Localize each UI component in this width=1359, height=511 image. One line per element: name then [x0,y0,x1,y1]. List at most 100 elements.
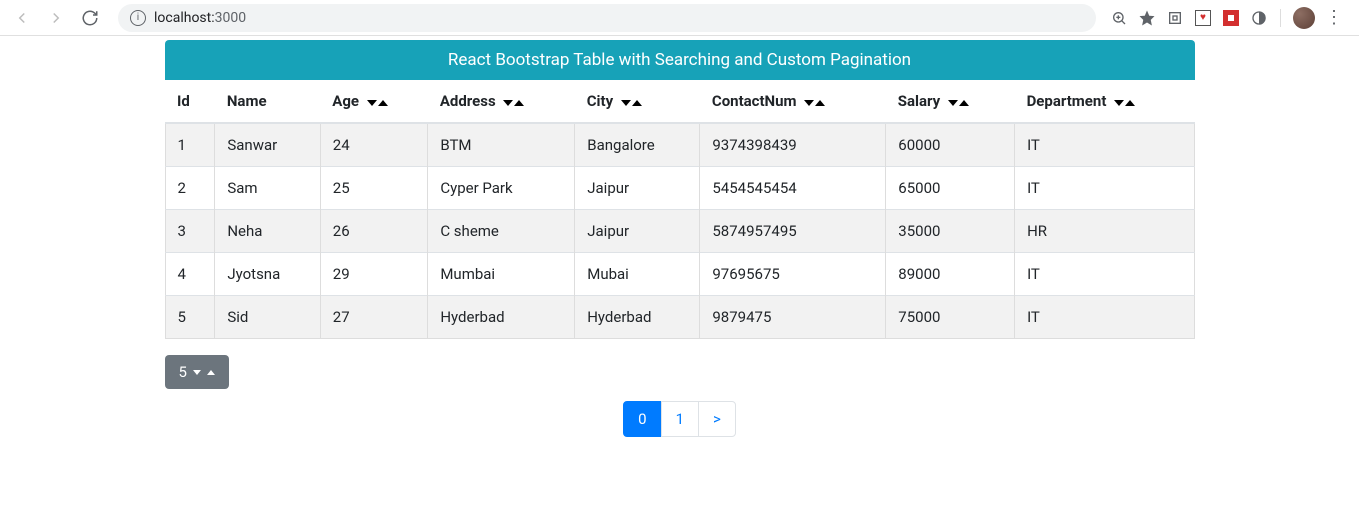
sort-desc-icon [621,100,631,106]
cell-address: C sheme [428,210,575,253]
table-row: 4Jyotsna29MumbaiMubai9769567589000IT [165,253,1194,296]
column-header-contactnum[interactable]: ContactNum [700,80,886,123]
sort-asc-icon [815,100,825,106]
cell-age: 24 [320,123,428,167]
sort-asc-icon [514,100,524,106]
cell-address: Mumbai [428,253,575,296]
column-header-age[interactable]: Age [320,80,428,123]
cell-city: Jaipur [575,210,700,253]
cell-city: Hyderbad [575,296,700,339]
cell-city: Jaipur [575,167,700,210]
column-label: Address [440,92,496,110]
column-label: Id [177,92,190,110]
sort-arrows[interactable] [367,100,388,106]
page-container: React Bootstrap Table with Searching and… [165,36,1195,437]
sort-desc-icon [503,100,513,106]
page-title: React Bootstrap Table with Searching and… [165,40,1195,80]
pagination: 01> [165,401,1195,437]
column-label: Salary [898,92,940,110]
sort-desc-icon [804,100,814,106]
cell-department: IT [1015,123,1194,167]
table-body: 1Sanwar24BTMBangalore937439843960000IT2S… [165,123,1194,339]
sort-arrows[interactable] [503,100,524,106]
page-button-0[interactable]: 0 [623,401,661,437]
extension-circle-icon[interactable] [1250,9,1268,27]
page-button-1[interactable]: 1 [661,401,699,437]
cell-contact: 9374398439 [700,123,886,167]
page-next-button[interactable]: > [698,401,736,437]
cell-salary: 75000 [886,296,1015,339]
table-row: 3Neha26C shemeJaipur587495749535000HR [165,210,1194,253]
data-table: Id Name Age Address City ContactNum Salary… [165,80,1195,339]
cell-id: 1 [165,123,215,167]
cell-age: 27 [320,296,428,339]
cell-address: BTM [428,123,575,167]
column-header-salary[interactable]: Salary [886,80,1015,123]
cell-name: Neha [215,210,320,253]
cell-age: 29 [320,253,428,296]
column-label: ContactNum [712,92,797,110]
table-header: Id Name Age Address City ContactNum Salary… [165,80,1194,123]
sort-arrows[interactable] [621,100,642,106]
zoom-icon[interactable] [1110,9,1128,27]
sort-asc-icon [1125,100,1135,106]
bookmark-star-icon[interactable] [1138,9,1156,27]
table-row: 5Sid27HyderbadHyderbad987947575000IT [165,296,1194,339]
cell-address: Cyper Park [428,167,575,210]
page-size-select[interactable]: 5 [165,355,229,389]
cell-name: Jyotsna [215,253,320,296]
caret-down-icon [193,370,201,375]
cell-salary: 89000 [886,253,1015,296]
sort-desc-icon [1114,100,1124,106]
column-label: City [587,92,613,110]
info-icon: i [130,10,146,26]
caret-up-icon [207,370,215,375]
cell-age: 25 [320,167,428,210]
sort-arrows[interactable] [804,100,825,106]
url-text: localhost:3000 [154,10,246,26]
column-label: Name [227,92,267,110]
sort-desc-icon [948,100,958,106]
extension-heart-icon[interactable]: ♥ [1194,9,1212,27]
avatar[interactable] [1293,7,1315,29]
address-bar[interactable]: i localhost:3000 [118,4,1096,32]
column-header-city[interactable]: City [575,80,700,123]
forward-button[interactable] [42,4,70,32]
cell-name: Sanwar [215,123,320,167]
column-header-department[interactable]: Department [1015,80,1194,123]
column-header-name: Name [215,80,320,123]
column-label: Department [1027,92,1107,110]
cell-id: 5 [165,296,215,339]
sort-asc-icon [632,100,642,106]
column-header-id: Id [165,80,215,123]
menu-dots-icon[interactable]: ⋮ [1325,9,1343,27]
sort-arrows[interactable] [1114,100,1135,106]
cell-id: 2 [165,167,215,210]
back-button[interactable] [8,4,36,32]
cell-id: 4 [165,253,215,296]
cell-name: Sam [215,167,320,210]
cell-contact: 97695675 [700,253,886,296]
reload-button[interactable] [76,4,104,32]
cell-department: IT [1015,253,1194,296]
sort-asc-icon [959,100,969,106]
cell-salary: 65000 [886,167,1015,210]
cell-id: 3 [165,210,215,253]
cell-city: Bangalore [575,123,700,167]
cell-salary: 35000 [886,210,1015,253]
extension-crop-icon[interactable] [1166,9,1184,27]
table-row: 2Sam25Cyper ParkJaipur545454545465000IT [165,167,1194,210]
cell-contact: 9879475 [700,296,886,339]
cell-salary: 60000 [886,123,1015,167]
cell-city: Mubai [575,253,700,296]
cell-department: HR [1015,210,1194,253]
toolbar-icons: ♥ ⋮ [1110,7,1351,29]
extension-red-icon[interactable] [1222,9,1240,27]
table-row: 1Sanwar24BTMBangalore937439843960000IT [165,123,1194,167]
sort-arrows[interactable] [948,100,969,106]
sort-asc-icon [378,100,388,106]
cell-address: Hyderbad [428,296,575,339]
cell-department: IT [1015,167,1194,210]
cell-age: 26 [320,210,428,253]
column-header-address[interactable]: Address [428,80,575,123]
